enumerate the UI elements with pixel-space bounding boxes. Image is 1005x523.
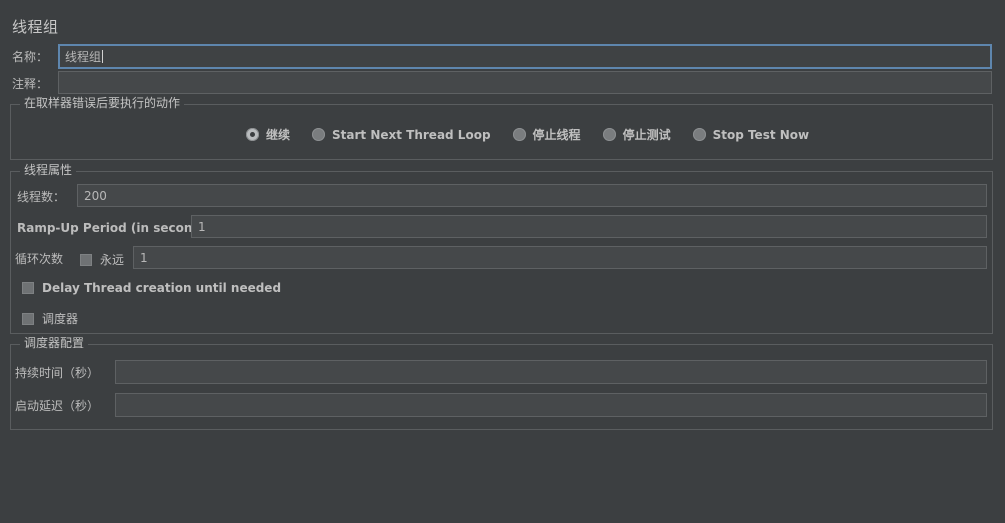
scheduler-configuration-group: 调度器配置	[10, 337, 993, 430]
radio-option-label: 继续	[266, 128, 291, 142]
radio-option-label: 停止测试	[622, 128, 671, 142]
startup-delay-label: 启动延迟（秒）	[15, 399, 100, 413]
radio-option-label: Stop Test Now	[712, 127, 810, 142]
scheduler-configuration-group-title: 调度器配置	[20, 337, 89, 349]
radio-icon-unselected	[512, 128, 526, 141]
name-input[interactable]: 线程组	[58, 44, 992, 69]
radio-option-stop-thread[interactable]: 停止线程	[512, 126, 581, 143]
forever-checkbox[interactable]: 永远	[80, 251, 124, 268]
thread-group-panel: 线程组 名称： 线程组 注释： 在取样器错误后要执行的动作 继续 Start N…	[0, 0, 1005, 523]
checkbox-icon-unchecked	[22, 282, 34, 294]
sampler-error-action-group-title: 在取样器错误后要执行的动作	[20, 97, 185, 109]
comments-input[interactable]	[58, 71, 992, 94]
page-title: 线程组	[12, 18, 59, 36]
name-label: 名称：	[12, 50, 49, 64]
checkbox-icon-unchecked	[22, 312, 34, 325]
forever-label: 永远	[100, 253, 125, 267]
radio-icon-selected	[246, 128, 259, 141]
ramp-up-value: 1	[198, 219, 206, 234]
radio-option-stop-test[interactable]: 停止测试	[602, 126, 671, 143]
scheduler-label: 调度器	[42, 312, 79, 326]
thread-properties-group-title: 线程属性	[20, 164, 77, 176]
checkbox-icon-unchecked	[80, 253, 92, 266]
radio-option-label: Start Next Thread Loop	[332, 127, 491, 142]
duration-label: 持续时间（秒）	[15, 366, 100, 380]
ramp-up-input[interactable]: 1	[191, 215, 987, 238]
startup-delay-input[interactable]	[115, 393, 987, 417]
radio-option-stop-test-now[interactable]: Stop Test Now	[692, 127, 810, 142]
loop-count-value: 1	[140, 250, 148, 265]
radio-option-start-next-thread-loop[interactable]: Start Next Thread Loop	[312, 128, 491, 142]
text-caret	[102, 50, 104, 63]
scheduler-checkbox[interactable]: 调度器	[22, 310, 78, 327]
duration-input[interactable]	[115, 360, 987, 384]
name-input-value: 线程组	[65, 49, 102, 64]
num-threads-input[interactable]: 200	[77, 184, 987, 207]
radio-option-label: 停止线程	[532, 128, 581, 142]
delay-thread-creation-label: Delay Thread creation until needed	[42, 281, 282, 295]
ramp-up-label: Ramp-Up Period (in seconds):	[17, 221, 219, 235]
radio-option-continue[interactable]: 继续	[246, 126, 290, 143]
loop-count-input[interactable]: 1	[133, 246, 987, 269]
delay-thread-creation-checkbox[interactable]: Delay Thread creation until needed	[22, 281, 281, 295]
radio-icon-unselected	[692, 128, 706, 141]
num-threads-value: 200	[84, 188, 107, 203]
num-threads-label: 线程数：	[17, 190, 66, 204]
radio-icon-unselected	[312, 128, 326, 141]
loop-count-label: 循环次数	[15, 252, 64, 266]
radio-icon-unselected	[602, 128, 616, 141]
comments-label: 注释：	[12, 77, 49, 91]
sampler-error-action-radio-group: 继续 Start Next Thread Loop 停止线程 停止测试 Stop…	[246, 126, 809, 143]
